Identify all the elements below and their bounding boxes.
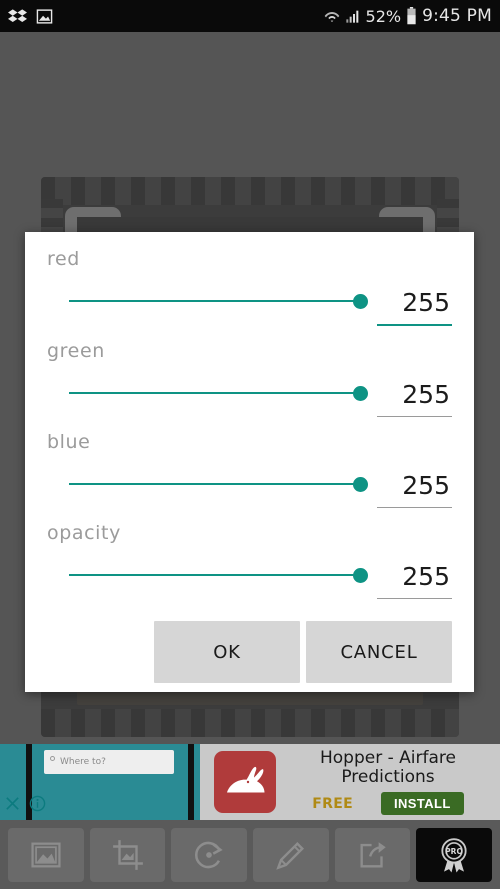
ad-screenshot: Where to? [0,744,200,820]
install-button[interactable]: INSTALL [380,792,464,816]
slider-track-red [69,300,361,302]
row-label-blue: blue [47,431,91,453]
row-label-opacity: opacity [47,522,121,544]
share-icon [356,838,390,872]
clock-label: 9:45 PM [422,6,492,26]
slider-thumb-opacity[interactable] [353,568,368,583]
ad-screenshot-searchbox: Where to? [44,750,174,774]
slider-thumb-red[interactable] [353,294,368,309]
battery-icon [406,7,417,25]
ad-price-label: FREE [312,795,353,812]
wifi-icon [324,8,340,24]
value-input-red[interactable]: 255 [377,290,452,324]
pro-badge-icon: PRO [434,835,474,875]
rabbit-icon [214,751,276,813]
slider-track-opacity [69,574,361,576]
slider-opacity[interactable] [47,564,369,586]
battery-percent-label: 52% [365,6,402,26]
value-input-opacity[interactable]: 255 [377,564,452,598]
slider-track-green [69,392,361,394]
dropbox-icon [8,7,27,26]
location-pin-icon [50,756,55,761]
color-row-red: red 255 [47,248,452,326]
slider-thumb-green[interactable] [353,386,368,401]
value-underline-opacity [377,598,452,599]
slider-red[interactable] [47,290,369,312]
color-row-opacity: opacity 255 [47,522,452,599]
rotate-icon [192,838,226,872]
bottom-toolbar: PRO [0,820,500,889]
slider-thumb-blue[interactable] [353,477,368,492]
slider-green[interactable] [47,382,369,404]
status-bar: 52% 9:45 PM [0,0,500,32]
gallery-button[interactable] [8,827,84,882]
info-icon[interactable] [29,795,46,816]
color-row-green: green 255 [47,340,452,417]
ad-title: Hopper - Airfare Predictions [320,747,456,787]
dialog-button-bar: OK CANCEL [47,621,452,683]
slider-track-blue [69,483,361,485]
row-label-red: red [47,248,80,270]
draw-button[interactable] [253,827,329,882]
color-picker-dialog: red 255 green 255 blue 255 opacity 255 O… [25,232,474,692]
color-row-blue: blue 255 [47,431,452,508]
signal-bars-icon [345,8,361,24]
gallery-icon [36,8,53,25]
ad-banner[interactable]: Where to? Hopper - Airfare Predictions F… [0,744,500,820]
ad-screenshot-bar-right [188,744,194,820]
row-label-green: green [47,340,105,362]
svg-text:PRO: PRO [445,847,463,856]
crop-icon [111,838,145,872]
ok-button[interactable]: OK [154,621,300,683]
slider-blue[interactable] [47,473,369,495]
gallery-icon [29,838,63,872]
value-underline-red [377,324,452,326]
cancel-button[interactable]: CANCEL [306,621,452,683]
pro-upgrade-button[interactable]: PRO [416,827,493,882]
pencil-icon [274,838,308,872]
value-input-blue[interactable]: 255 [377,473,452,507]
rotate-button[interactable] [171,827,248,882]
value-input-green[interactable]: 255 [377,382,452,416]
ad-screenshot-search-text: Where to? [60,757,106,767]
share-button[interactable] [334,827,411,882]
value-underline-blue [377,507,452,508]
close-icon[interactable] [4,795,21,816]
value-underline-green [377,416,452,417]
crop-button[interactable] [89,827,166,882]
